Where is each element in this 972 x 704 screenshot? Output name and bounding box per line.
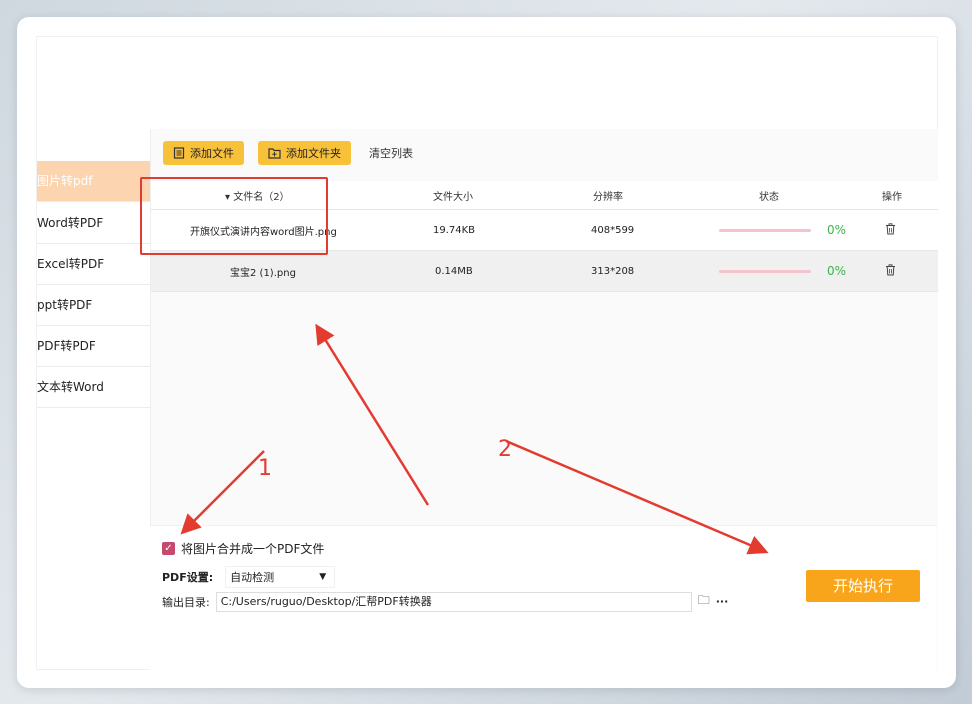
arrow-2 (505, 439, 769, 555)
annotation-arrows (180, 323, 769, 555)
arrow-1 (180, 450, 265, 535)
arrow-to-files (315, 323, 430, 506)
